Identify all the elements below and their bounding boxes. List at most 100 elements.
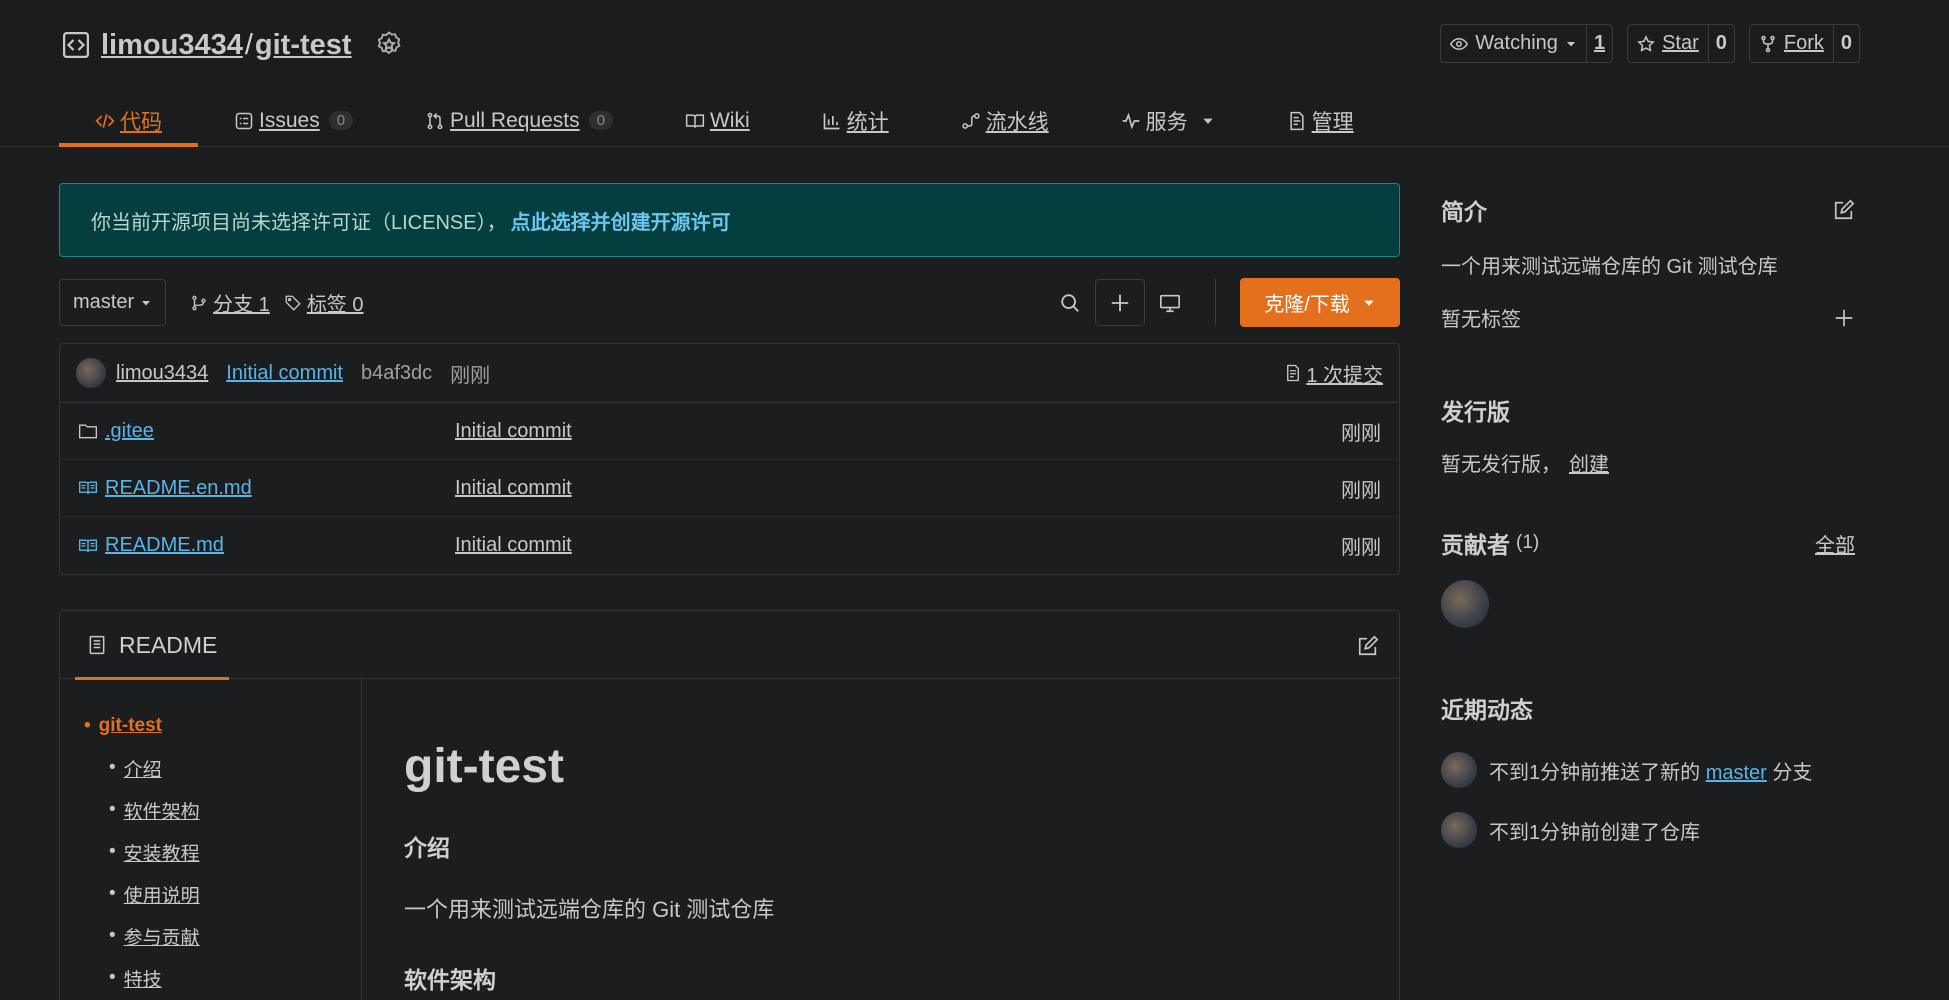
repo-code-icon (63, 32, 89, 58)
avatar[interactable] (1441, 812, 1477, 848)
avatar[interactable] (1441, 580, 1489, 628)
toc-item: 使用说明 (60, 873, 361, 915)
activity-prefix: 不到1分钟前推送了新的 (1489, 761, 1706, 784)
tab-services[interactable]: 服务 (1085, 94, 1251, 147)
table-row: README.md Initial commit 刚刚 (60, 517, 1399, 574)
tags-label[interactable]: 标签 0 (307, 288, 364, 317)
edit-icon[interactable] (1833, 199, 1855, 221)
readme-arch-heading: 软件架构 (404, 967, 496, 993)
readme-content: git-test 介绍 一个用来测试远端仓库的 Git 测试仓库 软件架构 (404, 679, 1379, 1000)
toc-item: 特技 (60, 957, 361, 999)
license-create-link[interactable]: 点此选择并创建开源许可 (511, 206, 731, 235)
book-icon (79, 539, 97, 552)
monitor-icon (1160, 294, 1180, 312)
watch-button[interactable]: Watching 1 (1440, 24, 1614, 63)
file-commit-link[interactable]: Initial commit (455, 420, 572, 442)
file-commit-link[interactable]: Initial commit (455, 534, 572, 556)
readme-tab[interactable]: README (75, 611, 230, 680)
branches-link[interactable]: 分支 1 (190, 288, 270, 317)
pipeline-icon (961, 112, 980, 129)
all-contributors-link[interactable]: 全部 (1815, 529, 1855, 558)
toc-link[interactable]: 特技 (124, 965, 162, 992)
releases-header: 发行版 (1441, 393, 1855, 427)
tab-issues-label[interactable]: Issues (259, 109, 320, 133)
file-name-link[interactable]: README.md (105, 534, 224, 557)
commit-time: 刚刚 (450, 364, 491, 387)
eye-icon (1450, 37, 1469, 50)
toc-link[interactable]: 介绍 (124, 755, 162, 782)
clone-download-button[interactable]: 克隆/下载 (1240, 278, 1400, 327)
toc-link[interactable]: git-test (99, 715, 162, 737)
edit-icon[interactable] (1357, 635, 1379, 657)
plus-icon (1111, 294, 1129, 311)
license-banner: 你当前开源项目尚未选择许可证（LICENSE）， 点此选择并创建开源许可 (59, 183, 1400, 257)
commit-message-link[interactable]: Initial commit (226, 362, 343, 385)
tab-issues[interactable]: Issues 0 (198, 94, 389, 147)
tab-pull-requests[interactable]: Pull Requests 0 (389, 94, 649, 147)
file-name-link[interactable]: README.en.md (105, 477, 252, 500)
branch-selector[interactable]: master (59, 279, 167, 326)
list-item: 不到1分钟前推送了新的 master 分支 (1441, 752, 1855, 788)
code-icon (95, 113, 115, 128)
bar-chart-icon (823, 113, 840, 129)
tab-manage-label[interactable]: 管理 (1312, 106, 1354, 136)
table-row: .gitee Initial commit 刚刚 (60, 403, 1399, 460)
watch-count[interactable]: 1 (1587, 25, 1612, 62)
add-file-button[interactable] (1095, 279, 1145, 326)
star-button[interactable]: Star 0 (1627, 24, 1735, 63)
toc-link[interactable]: 软件架构 (124, 797, 200, 824)
tab-manage[interactable]: 管理 (1251, 94, 1390, 147)
caret-down-icon (1202, 118, 1213, 124)
file-commit-cell: Initial commit (455, 534, 1341, 557)
toc-link[interactable]: 使用说明 (124, 881, 200, 908)
repo-name-link[interactable]: git-test (255, 29, 352, 62)
toc-item: 参与贡献 (60, 915, 361, 957)
tab-wiki-label[interactable]: Wiki (710, 109, 750, 133)
commit-count-link[interactable]: 1 次提交 (1284, 359, 1383, 388)
add-tag-icon[interactable] (1833, 307, 1855, 329)
commit-count-label[interactable]: 1 次提交 (1306, 359, 1383, 388)
toolbar-divider (1215, 279, 1216, 326)
avatar[interactable] (76, 358, 106, 388)
toc-link[interactable]: 安装教程 (124, 839, 200, 866)
table-row: README.en.md Initial commit 刚刚 (60, 460, 1399, 517)
tab-wiki[interactable]: Wiki (649, 94, 786, 147)
star-count[interactable]: 0 (1709, 25, 1734, 62)
tab-code-label[interactable]: 代码 (120, 106, 162, 136)
releases-title: 发行版 (1441, 399, 1510, 425)
web-ide-button[interactable] (1145, 279, 1195, 326)
repo-title: limou3434 / git-test (61, 26, 404, 64)
tab-code[interactable]: 代码 (59, 94, 198, 147)
watch-label: Watching (1475, 32, 1558, 54)
branches-label[interactable]: 分支 1 (213, 288, 270, 317)
tab-services-label[interactable]: 服务 (1146, 106, 1188, 136)
star-label[interactable]: Star (1662, 32, 1699, 55)
fork-icon (1761, 35, 1775, 52)
issues-count-badge: 0 (328, 111, 354, 130)
commit-author-link[interactable]: limou3434 (116, 362, 208, 385)
file-time: 刚刚 (1341, 537, 1381, 559)
tab-pull-requests-label[interactable]: Pull Requests (450, 109, 580, 133)
tags-link[interactable]: 标签 0 (284, 288, 364, 317)
award-icon[interactable] (374, 30, 404, 60)
tab-stats[interactable]: 统计 (786, 94, 925, 147)
activity-branch-link[interactable]: master (1706, 762, 1767, 784)
create-release-link[interactable]: 创建 (1569, 448, 1609, 477)
fork-label[interactable]: Fork (1784, 32, 1824, 55)
fork-button[interactable]: Fork 0 (1748, 24, 1860, 63)
repo-description: 一个用来测试远端仓库的 Git 测试仓库 (1441, 256, 1778, 278)
tab-pipeline[interactable]: 流水线 (925, 94, 1085, 147)
toc-link[interactable]: 参与贡献 (124, 923, 200, 950)
fork-count[interactable]: 0 (1834, 25, 1859, 62)
repo-owner-link[interactable]: limou3434 (101, 29, 243, 62)
file-name-cell: README.md (78, 534, 455, 557)
file-name-cell: README.en.md (78, 477, 455, 500)
file-name-link[interactable]: .gitee (105, 420, 154, 443)
avatar[interactable] (1441, 752, 1477, 788)
file-commit-link[interactable]: Initial commit (455, 477, 572, 499)
tab-pipeline-label[interactable]: 流水线 (986, 106, 1049, 136)
repo-toolbar: master 分支 1 标签 0 克隆/下载 (59, 278, 1400, 327)
tab-stats-label[interactable]: 统计 (847, 106, 889, 136)
star-icon (1637, 34, 1655, 52)
search-button[interactable] (1045, 279, 1095, 326)
